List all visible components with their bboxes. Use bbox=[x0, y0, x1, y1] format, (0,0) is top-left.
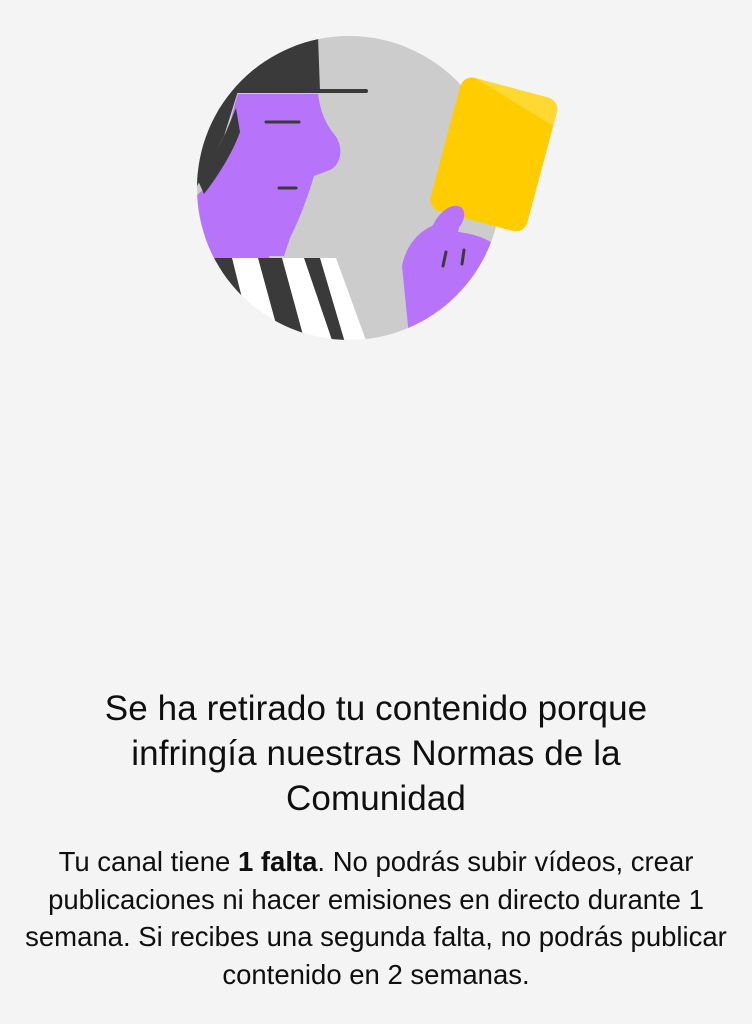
referee-yellow-card-icon bbox=[197, 36, 558, 340]
notice-title: Se ha retirado tu contenido porque infri… bbox=[104, 689, 648, 818]
notice-body: Tu canal tiene 1 falta. No podrás subir … bbox=[24, 843, 728, 993]
strike-count: 1 falta bbox=[237, 846, 318, 877]
notice-body-prefix: Tu canal tiene bbox=[58, 846, 238, 877]
strike-illustration bbox=[196, 36, 566, 346]
